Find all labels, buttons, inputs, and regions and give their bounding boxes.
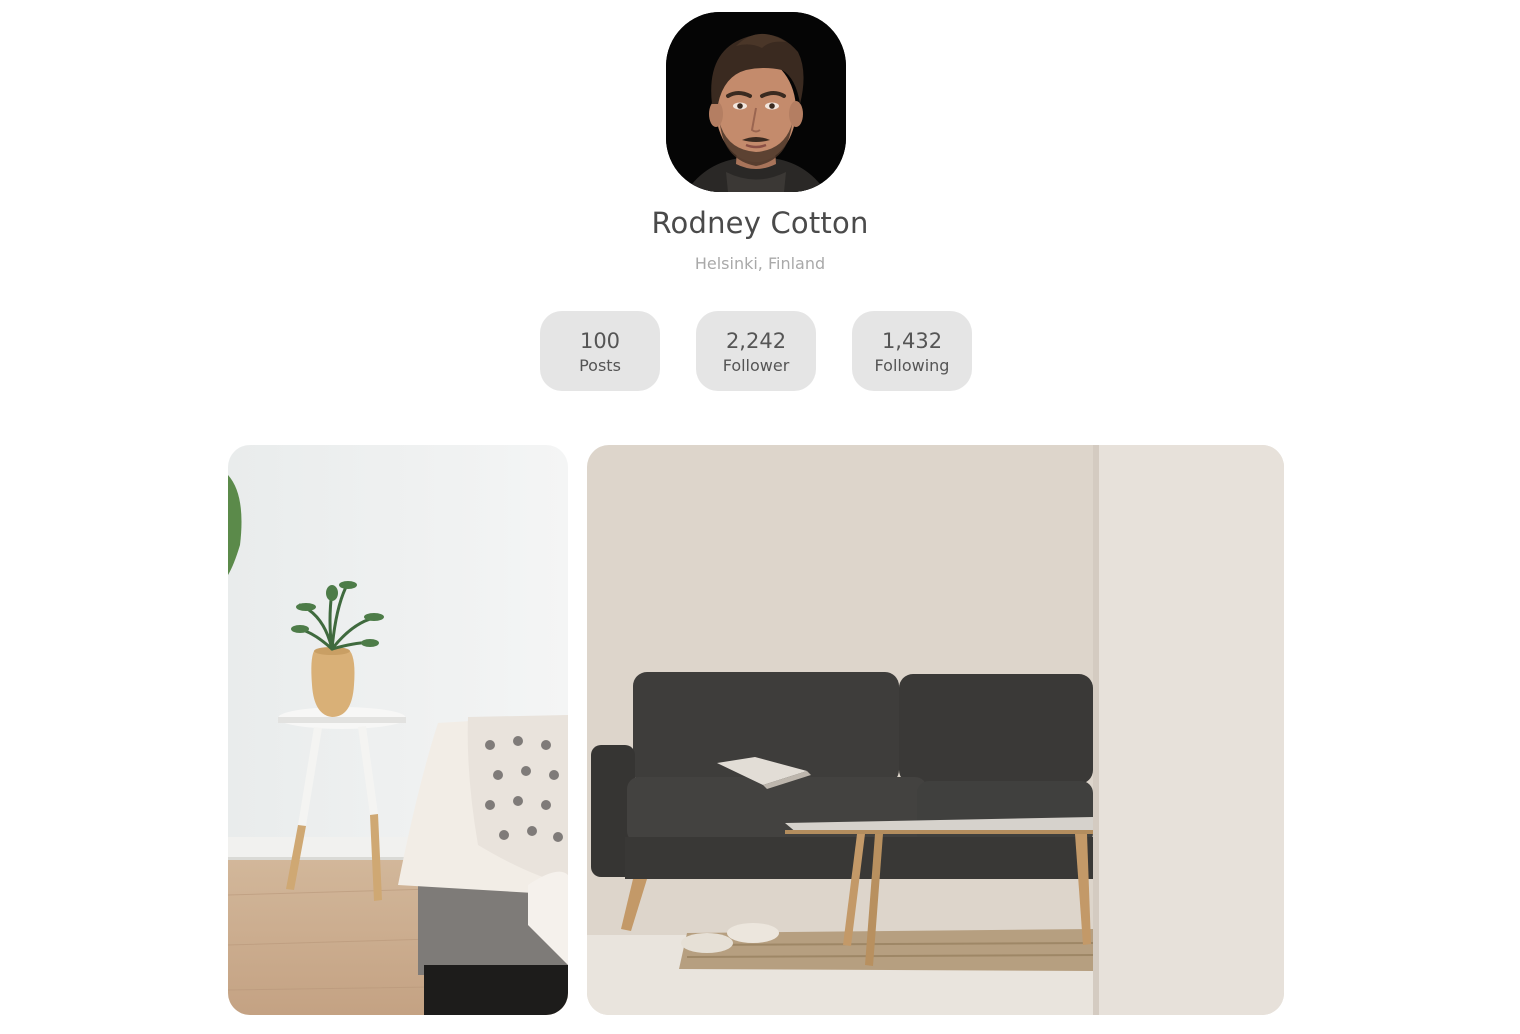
profile-name: Rodney Cotton xyxy=(651,206,869,240)
gallery-photo-bedroom[interactable] xyxy=(228,445,568,1015)
stat-following[interactable]: 1,432 Following xyxy=(852,311,972,391)
stat-posts-value: 100 xyxy=(579,329,621,353)
bedroom-photo-image xyxy=(228,445,568,1015)
profile-page: Rodney Cotton Helsinki, Finland 100 Post… xyxy=(0,0,1520,1034)
avatar-portrait-image xyxy=(666,12,846,192)
stat-following-label: Following xyxy=(874,356,950,375)
living-room-photo-image xyxy=(587,445,1284,1015)
stat-follower-label: Follower xyxy=(722,356,790,375)
gallery-photo-living-room[interactable] xyxy=(587,445,1284,1015)
stat-posts[interactable]: 100 Posts xyxy=(540,311,660,391)
stat-follower-value: 2,242 xyxy=(725,329,787,353)
stat-posts-label: Posts xyxy=(579,356,621,375)
profile-location: Helsinki, Finland xyxy=(694,254,826,273)
stat-following-value: 1,432 xyxy=(881,329,943,353)
stat-follower[interactable]: 2,242 Follower xyxy=(696,311,816,391)
avatar[interactable] xyxy=(666,12,846,192)
